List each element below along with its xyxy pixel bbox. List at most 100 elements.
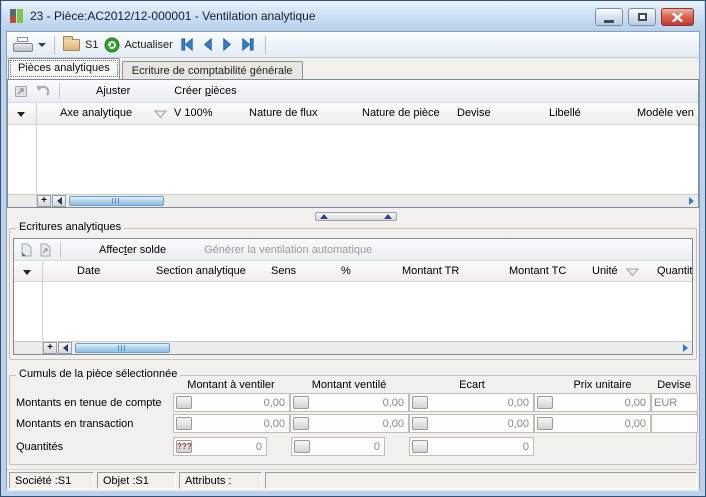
column-header-axe-analytique[interactable]: Axe analytique: [60, 107, 132, 119]
row-selector-icon[interactable]: [23, 270, 31, 275]
pieces-grid-header: Axe analytique V 100% Nature de flux Nat…: [8, 103, 698, 125]
montant-a-ventiler-tr-value: 0,00: [192, 418, 287, 430]
row-selector-icon[interactable]: [17, 112, 25, 117]
detail-button[interactable]: [537, 396, 553, 409]
cumuls-header-ecart: Ecart: [410, 379, 534, 391]
detail-button[interactable]: [176, 417, 192, 430]
scroll-left-button[interactable]: [58, 342, 72, 354]
splitter-handle[interactable]: [315, 212, 397, 221]
minimize-button[interactable]: [595, 8, 623, 26]
undo-icon[interactable]: [35, 84, 50, 98]
add-row-button[interactable]: +: [43, 342, 57, 354]
detail-button[interactable]: [412, 396, 428, 409]
page-icon[interactable]: [20, 243, 32, 257]
column-header-section-analytique[interactable]: Section analytique: [156, 265, 246, 277]
filter-funnel-icon[interactable]: [154, 110, 167, 122]
affecter-solde-button[interactable]: Affecter solde: [91, 242, 174, 258]
scroll-thumb[interactable]: [75, 343, 170, 353]
page-arrow-icon[interactable]: [39, 243, 51, 257]
prix-unitaire-tc-value: 0,00: [553, 397, 648, 409]
pieces-grid-body[interactable]: [8, 125, 698, 194]
add-row-button[interactable]: +: [37, 195, 51, 207]
scroll-left-button[interactable]: [52, 195, 66, 207]
ecritures-group-title: Ecritures analytiques: [16, 221, 124, 233]
detail-button[interactable]: [294, 440, 310, 453]
first-record-icon: [180, 37, 195, 52]
column-header-devise[interactable]: Devise: [457, 107, 491, 119]
close-button[interactable]: [661, 8, 694, 26]
scroll-spacer: [14, 342, 43, 354]
detail-button[interactable]: [176, 396, 192, 409]
detail-button[interactable]: [412, 417, 428, 430]
column-header-modele-ventilation[interactable]: Modèle ven: [637, 107, 694, 119]
detail-button[interactable]: [293, 417, 309, 430]
column-header-date[interactable]: Date: [77, 265, 100, 277]
previous-record-button[interactable]: [199, 36, 216, 53]
scroll-right-button[interactable]: [684, 195, 698, 207]
ecart-tc-value: 0,00: [428, 397, 531, 409]
refresh-button[interactable]: [104, 37, 120, 53]
ecritures-grid-body[interactable]: [14, 282, 692, 341]
status-extra: [265, 472, 697, 489]
toolbar-separator: [265, 36, 266, 54]
print-button[interactable]: [13, 37, 33, 53]
main-toolbar: S1 Actualiser: [7, 32, 699, 58]
montant-a-ventiler-tc-value: 0,00: [192, 397, 287, 409]
column-header-sens[interactable]: Sens: [271, 265, 296, 277]
first-record-button[interactable]: [179, 36, 196, 53]
quantite-ventilee-value: 0: [310, 441, 382, 453]
tab-bar: Pièces analytiques Ecriture de comptabil…: [8, 58, 305, 79]
montant-ventile-tc-value: 0,00: [309, 397, 406, 409]
column-header-pourcentage[interactable]: %: [341, 265, 351, 277]
column-header-montant-tr[interactable]: Montant TR: [402, 265, 459, 277]
column-header-nature-de-piece[interactable]: Nature de pièce: [362, 107, 440, 119]
column-header-quantite[interactable]: Quantité: [657, 265, 692, 277]
column-header-montant-tc[interactable]: Montant TC: [509, 265, 566, 277]
ajuster-button[interactable]: Ajuster: [88, 83, 138, 99]
last-record-button[interactable]: [239, 36, 256, 53]
column-header-v100[interactable]: V 100%: [174, 107, 213, 119]
folder-icon[interactable]: [63, 39, 80, 51]
tab-ecriture-comptabilite-generale[interactable]: Ecriture de comptabilité générale: [122, 61, 303, 79]
minimize-icon: [604, 20, 614, 23]
tab-pieces-analytiques[interactable]: Pièces analytiques: [8, 58, 120, 79]
ecritures-groupbox: Ecritures analytiques Affecter solde Gén…: [9, 228, 697, 360]
ecart-tr-value: 0,00: [428, 418, 531, 430]
arrow-left-icon: [57, 197, 62, 205]
status-societe: Société :S1: [9, 472, 94, 489]
scroll-right-button[interactable]: [678, 342, 692, 354]
scroll-thumb[interactable]: [69, 196, 164, 206]
next-record-button[interactable]: [219, 36, 236, 53]
chevron-down-icon: [38, 43, 46, 47]
scroll-track[interactable]: [74, 342, 677, 354]
maximize-button[interactable]: [628, 8, 656, 26]
devise-value: [651, 414, 698, 433]
generer-ventilation-button[interactable]: Générer la ventilation automatique: [196, 242, 380, 258]
maximize-icon: [638, 13, 647, 21]
detail-button[interactable]: [537, 417, 553, 430]
title-bar[interactable]: 23 - Pièce:AC2012/12-000001 - Ventilatio…: [2, 1, 704, 31]
refresh-label[interactable]: Actualiser: [124, 39, 172, 51]
print-options-dropdown[interactable]: [35, 36, 48, 54]
client-area: S1 Actualiser: [6, 31, 700, 489]
scroll-track[interactable]: [68, 195, 683, 207]
column-header-libelle[interactable]: Libellé: [549, 107, 581, 119]
column-header-nature-de-flux[interactable]: Nature de flux: [249, 107, 317, 119]
prix-unitaire-tr-value: 0,00: [553, 418, 648, 430]
pieces-grid-toolbar: Ajuster Créer pièces: [8, 80, 698, 103]
unit-selector-button[interactable]: ???: [176, 440, 192, 453]
pieces-grid: Ajuster Créer pièces Axe analytique V 10…: [7, 79, 699, 208]
filter-funnel-icon[interactable]: [626, 268, 639, 280]
arrow-right-icon: [689, 197, 694, 205]
detail-button[interactable]: [412, 440, 428, 453]
app-icon: [10, 9, 24, 23]
quantite-a-ventiler-value: 0: [192, 441, 264, 453]
ecritures-grid-scrollbar: +: [14, 341, 692, 354]
open-record-icon[interactable]: [14, 85, 28, 98]
folder-label: S1: [85, 39, 98, 51]
column-header-unite[interactable]: Unité: [592, 265, 618, 277]
scroll-spacer: [8, 195, 37, 207]
detail-button[interactable]: [293, 396, 309, 409]
toolbar-separator: [54, 36, 55, 54]
creer-pieces-button[interactable]: Créer pièces: [166, 83, 244, 99]
